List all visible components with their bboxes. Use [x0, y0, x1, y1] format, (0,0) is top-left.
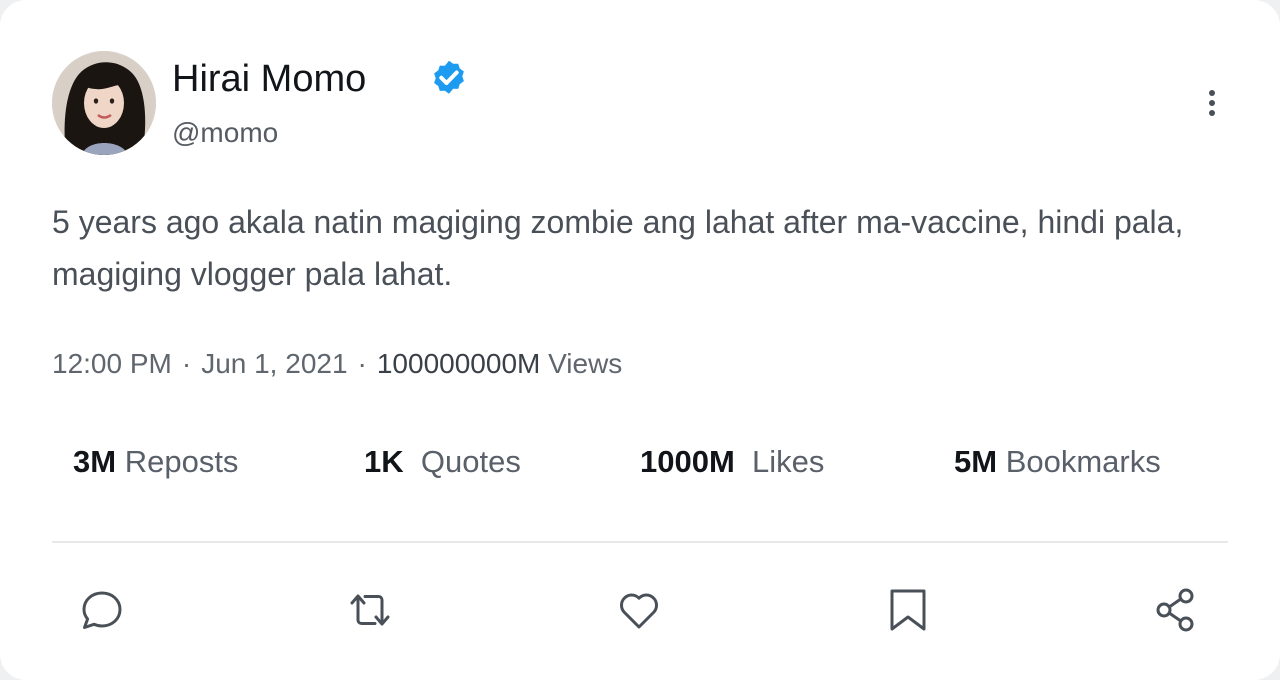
post-text: 5 years ago akala natin magiging zombie …: [52, 204, 1184, 292]
stat-quotes[interactable]: 1K Quotes: [364, 444, 521, 480]
stat-count: 1000M: [640, 444, 735, 479]
like-button[interactable]: [613, 584, 665, 636]
reply-button[interactable]: [76, 584, 128, 636]
share-button[interactable]: [1150, 584, 1202, 636]
stat-label: Bookmarks: [1005, 444, 1161, 479]
stat-likes[interactable]: 1000M Likes: [640, 444, 824, 480]
share-icon: [1156, 588, 1194, 632]
avatar[interactable]: [52, 51, 156, 155]
stat-label: Likes: [752, 444, 825, 479]
post-meta: 12:00 PM · Jun 1, 2021 · 100000000M Views: [52, 348, 622, 380]
reply-icon: [82, 591, 122, 629]
bookmark-icon: [890, 589, 926, 631]
separator: ·: [357, 348, 367, 379]
like-icon: [620, 593, 658, 629]
stat-reposts[interactable]: 3M Reposts: [73, 444, 238, 480]
stat-count: 5M: [954, 444, 998, 479]
views-count: 100000000M: [376, 348, 541, 379]
stat-label: Reposts: [124, 444, 239, 479]
repost-icon: [350, 594, 390, 626]
stat-count: 1K: [364, 444, 404, 479]
post-date[interactable]: Jun 1, 2021: [201, 348, 347, 379]
more-options-icon[interactable]: [1196, 86, 1228, 120]
bookmark-button[interactable]: [882, 584, 934, 636]
divider: [52, 541, 1228, 543]
stat-bookmarks[interactable]: 5M Bookmarks: [954, 444, 1161, 480]
views-label: Views: [548, 348, 623, 379]
verified-badge-icon: [434, 60, 464, 94]
stat-label: Quotes: [420, 444, 521, 479]
avatar-image: [52, 51, 156, 155]
separator: ·: [181, 348, 192, 379]
display-name[interactable]: Hirai Momo: [172, 58, 366, 101]
repost-button[interactable]: [344, 584, 396, 636]
stat-count: 3M: [73, 444, 117, 479]
post-card: Hirai Momo @momo 5 years ago akala natin…: [0, 0, 1280, 680]
user-handle[interactable]: @momo: [172, 117, 278, 149]
post-time[interactable]: 12:00 PM: [52, 348, 172, 379]
